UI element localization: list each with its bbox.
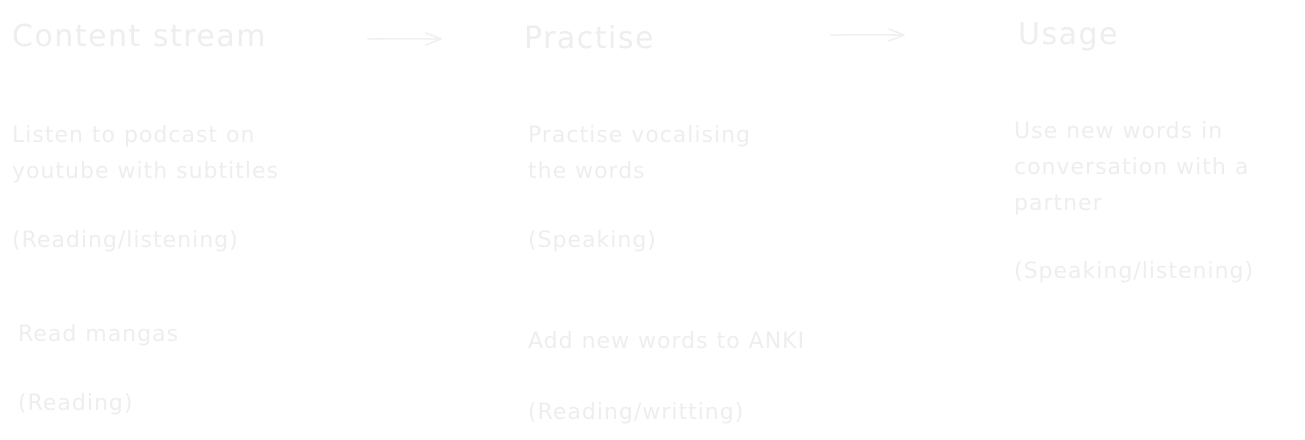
activity-skill-podcast: (Reading/listening)	[12, 228, 239, 253]
activity-skill-vocalising: (Speaking)	[528, 228, 657, 253]
activity-description-line: youtube with subtitles	[12, 159, 279, 184]
flow-arrow-1	[366, 29, 444, 49]
activity-description-line: conversation with a	[1014, 155, 1250, 180]
activity-description-line: Use new words in	[1014, 119, 1224, 144]
activity-description-line: Practise vocalising	[528, 123, 751, 148]
activity-skill-anki: (Reading/writting)	[528, 400, 745, 425]
activity-description-anki: Add new words to ANKI	[528, 324, 805, 360]
activity-description-line: the words	[528, 159, 646, 184]
activity-description-mangas: Read mangas	[18, 317, 179, 353]
flow-arrow-2	[829, 25, 907, 45]
activity-skill-mangas: (Reading)	[18, 391, 134, 416]
activity-skill-conversation: (Speaking/listening)	[1014, 259, 1255, 284]
activity-description-line: partner	[1014, 191, 1103, 216]
activity-description-podcast: Listen to podcast on youtube with subtit…	[12, 118, 279, 190]
activity-description-line: Read mangas	[18, 322, 180, 347]
stage-title-usage: Usage	[1018, 17, 1119, 52]
activity-description-vocalising: Practise vocalising the words	[528, 118, 751, 190]
activity-description-line: Add new words to ANKI	[528, 329, 806, 354]
activity-description-conversation: Use new words in conversation with a par…	[1014, 114, 1249, 222]
stage-title-practise: Practise	[524, 21, 655, 56]
stage-title-content-stream: Content stream	[12, 19, 267, 54]
activity-description-line: Listen to podcast on	[12, 123, 256, 148]
